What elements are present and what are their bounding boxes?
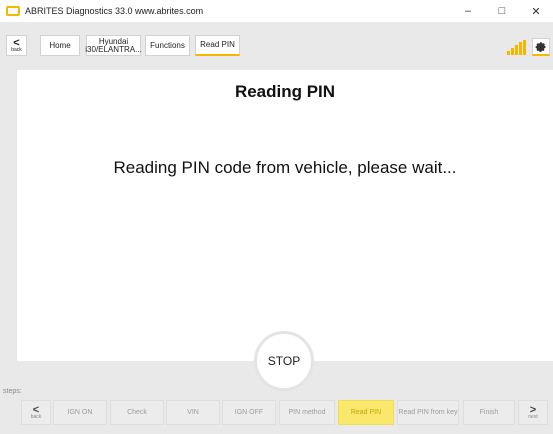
app-icon	[6, 6, 20, 16]
nav-read-pin-button[interactable]: Read PIN	[195, 35, 240, 56]
window-title: ABRITES Diagnostics 33.0 www.abrites.com	[25, 6, 204, 16]
step-finish: Finish	[463, 400, 515, 425]
nav-toolbar: < back Home Hyundai i30/ELANTRA... Funct…	[0, 22, 553, 62]
settings-gear-icon	[535, 41, 546, 52]
steps-next-button[interactable]: > next	[518, 400, 548, 425]
back-label: back	[11, 46, 22, 53]
page-title: Reading PIN	[234, 82, 336, 101]
step-read-pin: Read PIN	[338, 400, 394, 425]
step-check: Check	[110, 400, 164, 425]
step-ign-on: IGN ON	[53, 400, 107, 425]
title-bar: ABRITES Diagnostics 33.0 www.abrites.com…	[0, 0, 553, 22]
stop-button[interactable]: STOP	[254, 331, 314, 391]
window-controls: – □ ✕	[451, 0, 553, 22]
step-vin: VIN	[166, 400, 220, 425]
signal-icon	[507, 40, 526, 55]
steps-next-label: next	[528, 414, 538, 420]
minimize-button[interactable]: –	[451, 0, 485, 22]
steps-back-button[interactable]: < back	[21, 400, 51, 425]
step-ign-off: IGN OFF	[222, 400, 276, 425]
steps-back-label: back	[30, 414, 42, 420]
nav-back-button[interactable]: < back	[6, 35, 27, 56]
main-panel: Reading PIN Reading PIN code from vehicl…	[17, 70, 553, 361]
settings-button[interactable]	[532, 38, 550, 56]
step-pin-method: PIN method	[279, 400, 335, 425]
step-read-pin-from-key: Read PIN from key	[397, 400, 459, 425]
nav-model-button[interactable]: Hyundai i30/ELANTRA...	[85, 35, 142, 56]
maximize-button[interactable]: □	[485, 0, 519, 22]
status-message: Reading PIN code from vehicle, please wa…	[113, 158, 457, 177]
nav-home-button[interactable]: Home	[40, 35, 80, 56]
steps-label: steps:	[3, 388, 22, 395]
close-button[interactable]: ✕	[519, 0, 553, 22]
nav-functions-button[interactable]: Functions	[145, 35, 190, 56]
